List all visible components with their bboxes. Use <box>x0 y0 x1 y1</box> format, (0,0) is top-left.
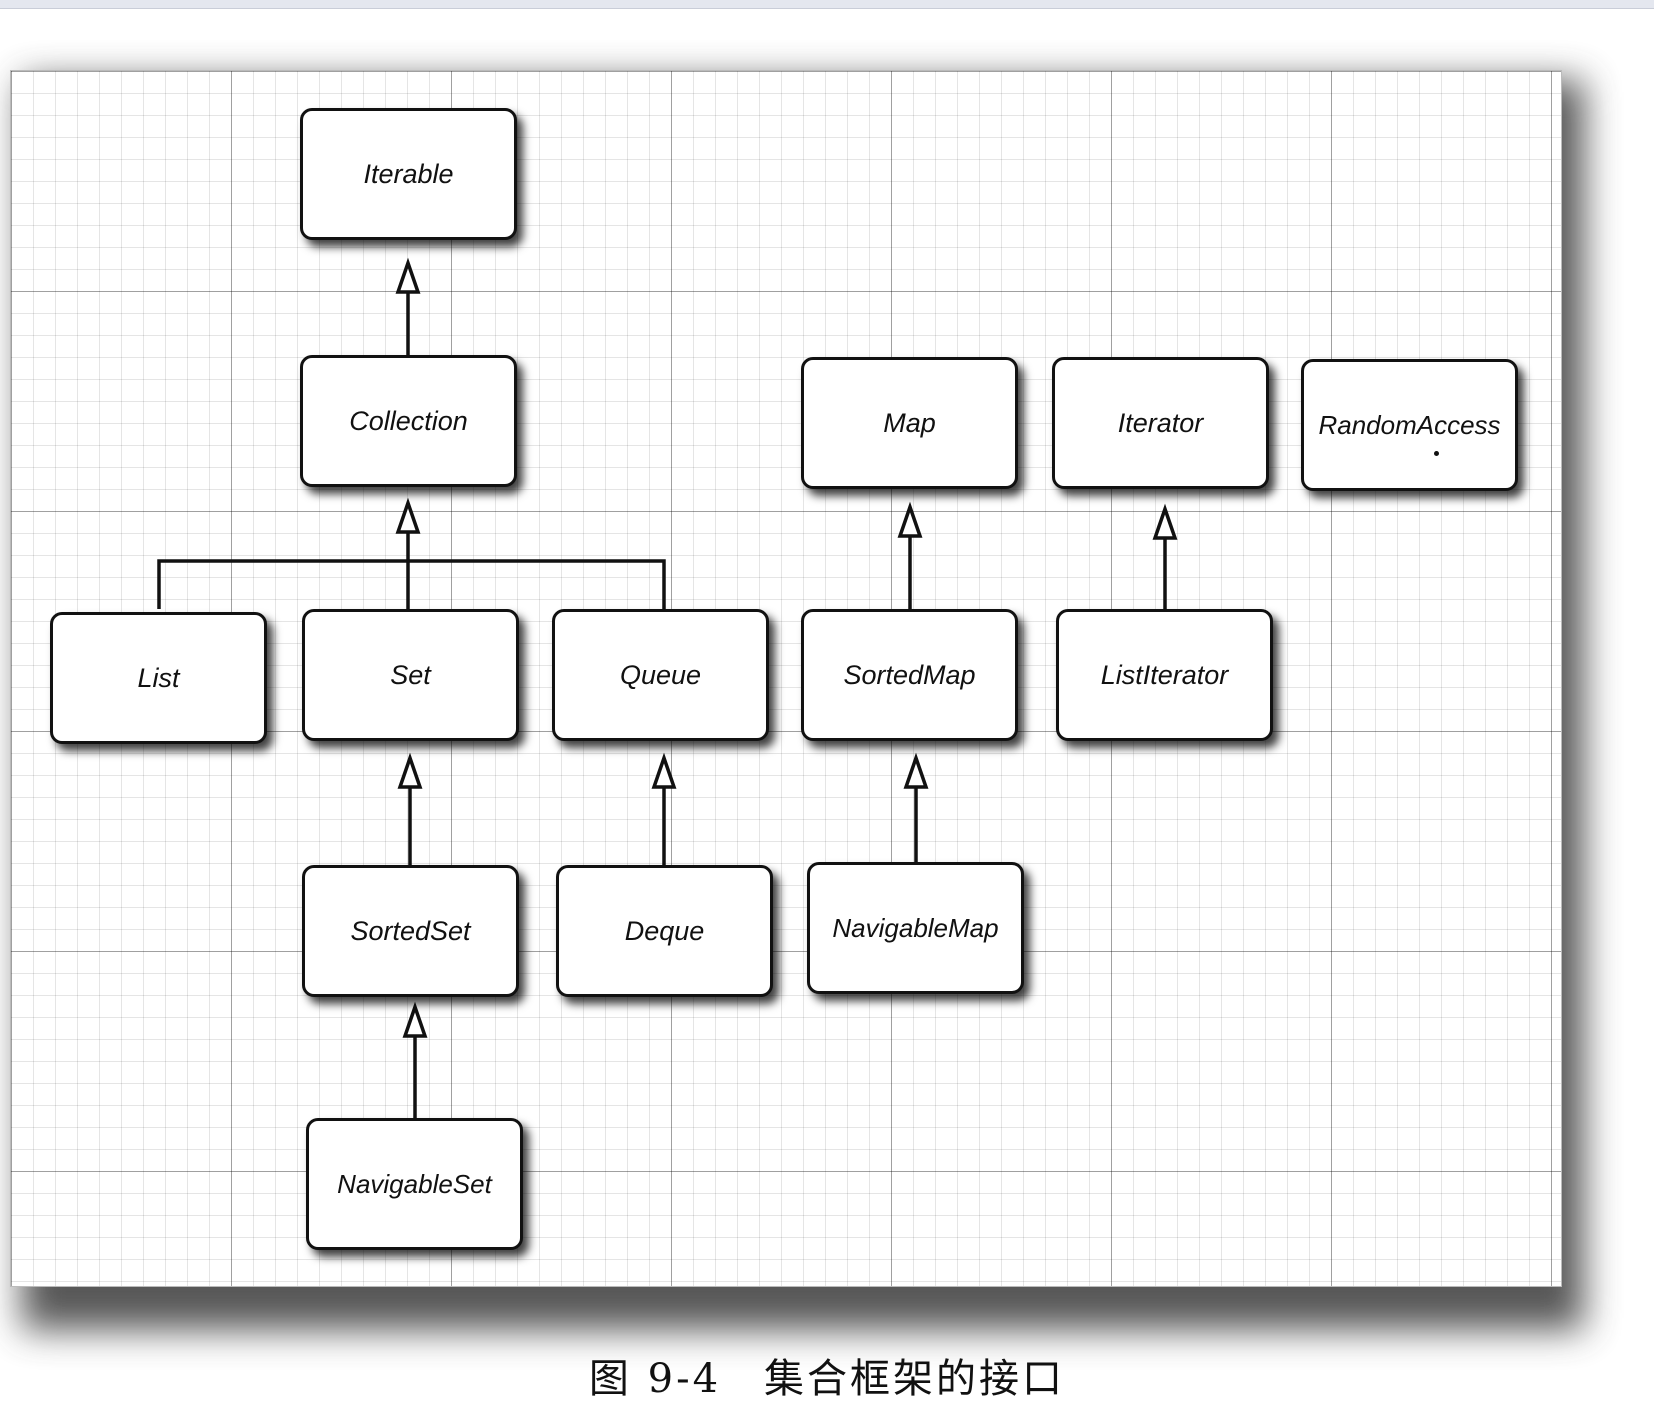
node-sorted-set: SortedSet <box>302 865 519 997</box>
arrowhead-sortedset <box>402 1001 428 1038</box>
node-label: NavigableMap <box>832 912 999 943</box>
node-deque: Deque <box>556 865 773 997</box>
node-label: Deque <box>624 915 705 946</box>
node-label: SortedSet <box>350 915 471 946</box>
node-label: NavigableSet <box>337 1168 492 1199</box>
node-iterable: Iterable <box>300 108 517 240</box>
node-set: Set <box>302 609 519 741</box>
arrowhead-sortedmap <box>903 752 929 789</box>
arrowhead-queue <box>651 752 677 789</box>
node-label: RandomAccess <box>1318 409 1501 440</box>
node-label: Queue <box>619 659 702 690</box>
node-label: Set <box>390 659 431 690</box>
node-label: ListIterator <box>1100 659 1229 690</box>
arrowhead-collection <box>395 497 421 534</box>
figure-caption: 图 9-4 集合框架的接口 <box>588 1356 1066 1402</box>
node-label: Map <box>883 407 936 438</box>
edge-list-queue-connector <box>157 559 666 609</box>
arrowhead-iterable <box>395 257 421 294</box>
arrowhead-map <box>897 501 923 538</box>
node-list: List <box>50 612 267 744</box>
node-label: List <box>137 662 180 693</box>
arrowhead-set <box>397 752 423 789</box>
node-label: Collection <box>349 405 468 436</box>
node-iterator: Iterator <box>1052 357 1269 489</box>
arrowhead-iterator <box>1152 503 1178 540</box>
node-navigable-set: NavigableSet <box>306 1118 523 1250</box>
node-queue: Queue <box>552 609 769 741</box>
node-navigable-map: NavigableMap <box>807 862 1024 994</box>
node-sorted-map: SortedMap <box>801 609 1018 741</box>
stray-dot <box>1434 451 1439 456</box>
node-random-access: RandomAccess <box>1301 359 1518 491</box>
node-collection: Collection <box>300 355 517 487</box>
node-list-iterator: ListIterator <box>1056 609 1273 741</box>
node-label: Iterator <box>1117 407 1204 438</box>
node-map: Map <box>801 357 1018 489</box>
node-label: SortedMap <box>843 659 976 690</box>
node-label: Iterable <box>363 158 454 189</box>
